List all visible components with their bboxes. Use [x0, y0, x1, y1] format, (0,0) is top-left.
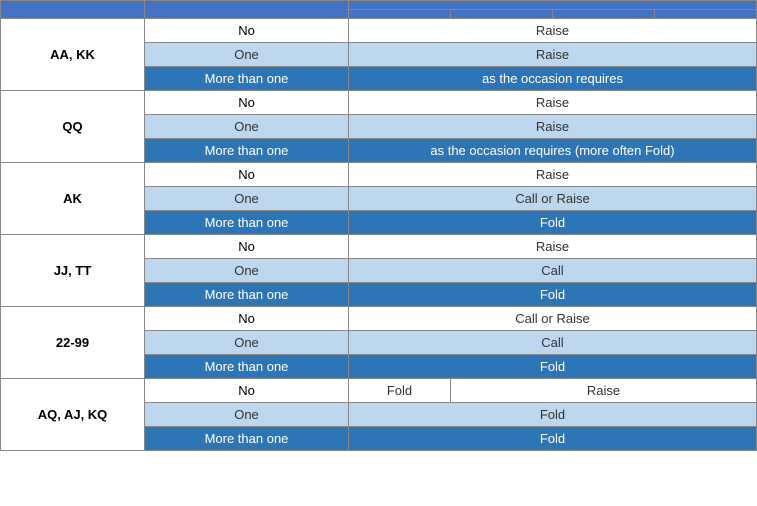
table-position-header [349, 1, 757, 10]
hand-cell: AK [1, 163, 145, 235]
raise-cell: No [145, 19, 349, 43]
action-cell: Raise [349, 91, 757, 115]
action-cell: Raise [349, 235, 757, 259]
hand-cell: 22-99 [1, 307, 145, 379]
raise-cell: One [145, 187, 349, 211]
action-cell: Call or Raise [349, 187, 757, 211]
action-cell: Raise [349, 19, 757, 43]
raise-cell: More than one [145, 355, 349, 379]
raise-cell: One [145, 115, 349, 139]
action-cell: as the occasion requires [349, 67, 757, 91]
rest-action-cell: Raise [451, 379, 757, 403]
raise-cell: No [145, 379, 349, 403]
action-cell: Fold [349, 211, 757, 235]
action-cell: Raise [349, 115, 757, 139]
raise-cell: No [145, 163, 349, 187]
action-cell: Fold [349, 355, 757, 379]
raise-cell: One [145, 259, 349, 283]
action-cell: Raise [349, 43, 757, 67]
blinds-header [655, 10, 757, 19]
late-header [553, 10, 655, 19]
action-cell: as the occasion requires (more often Fol… [349, 139, 757, 163]
raise-cell: More than one [145, 283, 349, 307]
raise-cell: No [145, 91, 349, 115]
raise-cell: One [145, 403, 349, 427]
table-row: QQNoRaise [1, 91, 757, 115]
raise-cell: No [145, 307, 349, 331]
raise-header [145, 1, 349, 19]
raise-cell: No [145, 235, 349, 259]
action-cell: Fold [349, 283, 757, 307]
hand-cell: AQ, AJ, KQ [1, 379, 145, 451]
raise-cell: One [145, 43, 349, 67]
action-cell: Call [349, 259, 757, 283]
action-cell: Fold [349, 427, 757, 451]
middle-header [451, 10, 553, 19]
hand-cell: QQ [1, 91, 145, 163]
hand-cell: JJ, TT [1, 235, 145, 307]
hand-cell: AA, KK [1, 19, 145, 91]
table-row: AQ, AJ, KQNoFoldRaise [1, 379, 757, 403]
action-cell: Call or Raise [349, 307, 757, 331]
table-row: AA, KKNoRaise [1, 19, 757, 43]
raise-cell: More than one [145, 211, 349, 235]
raise-cell: More than one [145, 139, 349, 163]
hand-header [1, 1, 145, 19]
action-cell: Call [349, 331, 757, 355]
table-row: JJ, TTNoRaise [1, 235, 757, 259]
raise-cell: One [145, 331, 349, 355]
raise-cell: More than one [145, 67, 349, 91]
strategy-table: AA, KKNoRaiseOneRaiseMore than oneas the… [0, 0, 757, 451]
early-header [349, 10, 451, 19]
action-cell: Raise [349, 163, 757, 187]
raise-cell: More than one [145, 427, 349, 451]
action-cell: Fold [349, 403, 757, 427]
early-action-cell: Fold [349, 379, 451, 403]
table-row: 22-99NoCall or Raise [1, 307, 757, 331]
table-row: AKNoRaise [1, 163, 757, 187]
